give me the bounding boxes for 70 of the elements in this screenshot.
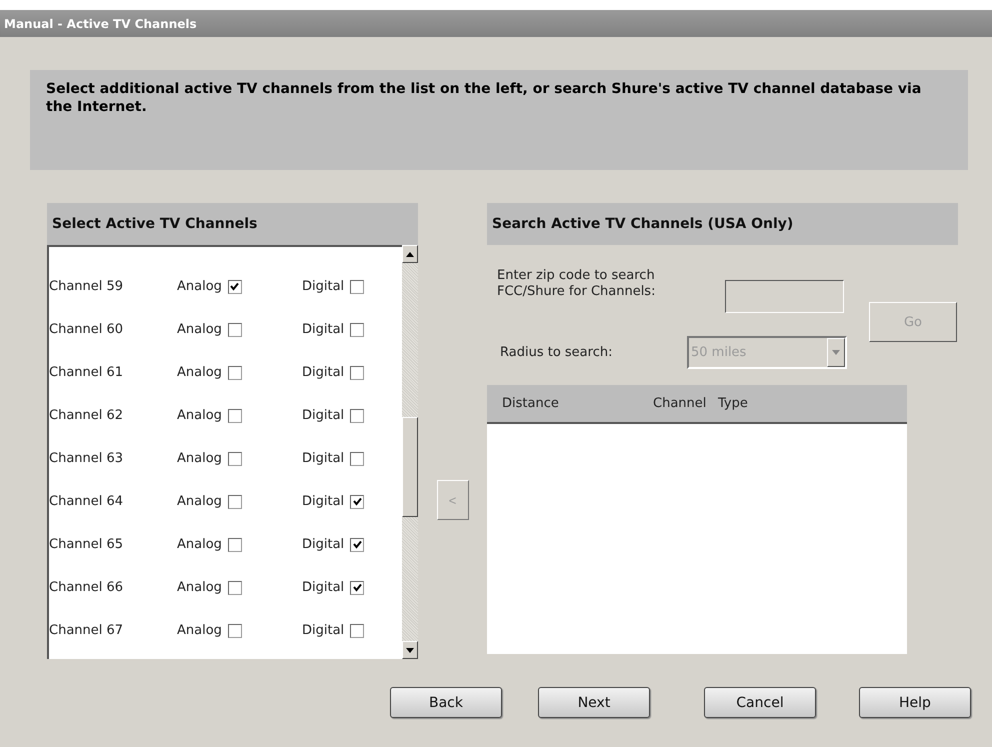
scroll-thumb[interactable] xyxy=(402,417,418,517)
analog-label: Analog xyxy=(177,451,222,466)
instruction-text: Select additional active TV channels from the list on the left, or search Shure's active TV channel database via the Internet. xyxy=(46,80,922,116)
checkbox[interactable] xyxy=(350,280,364,294)
checkbox[interactable] xyxy=(350,408,364,422)
check-icon xyxy=(352,497,362,506)
checkbox[interactable] xyxy=(228,322,242,336)
zip-input[interactable] xyxy=(725,280,844,313)
channel-name: Channel 63 xyxy=(49,451,124,466)
panel-title: Select Active TV Channels xyxy=(52,216,258,232)
down-arrow-icon xyxy=(832,350,840,355)
down-arrow-icon xyxy=(406,648,414,652)
panel-title: Search Active TV Channels (USA Only) xyxy=(492,216,794,232)
analog-label: Analog xyxy=(177,279,222,294)
checkbox[interactable] xyxy=(228,408,242,422)
checkbox[interactable] xyxy=(228,366,242,380)
analog-label: Analog xyxy=(177,322,222,337)
column-header: Channel xyxy=(653,396,708,411)
checkbox[interactable] xyxy=(350,580,364,594)
column-header: Type xyxy=(718,396,749,411)
analog-label: Analog xyxy=(177,365,222,380)
checkbox[interactable] xyxy=(350,624,364,638)
checkbox[interactable] xyxy=(228,280,242,294)
checkbox[interactable] xyxy=(350,494,364,508)
channel-name: Channel 66 xyxy=(49,580,124,595)
check-icon xyxy=(352,540,362,549)
checkbox[interactable] xyxy=(350,322,364,336)
zip-label: Enter zip code to search FCC/Shure for Channels: xyxy=(496,268,656,301)
digital-label: Digital xyxy=(302,408,344,423)
analog-label: Analog xyxy=(177,494,222,509)
dialog-button[interactable]: Next xyxy=(538,687,650,718)
channel-name: Channel 67 xyxy=(49,623,124,638)
check-icon xyxy=(352,583,362,592)
checkbox[interactable] xyxy=(350,538,364,552)
dialog-button[interactable]: Back xyxy=(390,687,502,718)
channel-name: Channel 59 xyxy=(49,279,124,294)
checkbox[interactable] xyxy=(228,494,242,508)
scroll-down-button[interactable] xyxy=(402,641,418,659)
digital-label: Digital xyxy=(302,494,344,509)
analog-label: Analog xyxy=(177,580,222,595)
dialog-button[interactable]: Help xyxy=(859,687,971,718)
digital-label: Digital xyxy=(302,279,344,294)
analog-label: Analog xyxy=(177,408,222,423)
checkbox[interactable] xyxy=(228,452,242,466)
scroll-up-button[interactable] xyxy=(402,245,418,263)
window-title: Manual - Active TV Channels xyxy=(4,16,197,30)
digital-label: Digital xyxy=(302,580,344,595)
channel-name: Channel 65 xyxy=(49,537,124,552)
dialog-button[interactable]: Cancel xyxy=(704,687,816,718)
checkbox[interactable] xyxy=(228,538,242,552)
radius-label: Radius to search: xyxy=(500,344,614,360)
checkbox[interactable] xyxy=(228,580,242,594)
check-icon xyxy=(230,282,240,291)
up-arrow-icon xyxy=(406,252,414,256)
digital-label: Digital xyxy=(302,451,344,466)
checkbox[interactable] xyxy=(350,452,364,466)
scrollbar[interactable] xyxy=(402,245,418,659)
digital-label: Digital xyxy=(302,322,344,337)
channel-name: Channel 62 xyxy=(49,408,124,423)
checkbox[interactable] xyxy=(350,366,364,380)
channel-name: Channel 61 xyxy=(49,365,124,380)
digital-label: Digital xyxy=(302,365,344,380)
digital-label: Digital xyxy=(302,623,344,638)
channel-name: Channel 60 xyxy=(49,322,124,337)
analog-label: Analog xyxy=(177,537,222,552)
analog-label: Analog xyxy=(177,623,222,638)
checkbox[interactable] xyxy=(228,624,242,638)
digital-label: Digital xyxy=(302,537,344,552)
channel-name: Channel 64 xyxy=(49,494,124,509)
column-header: Distance xyxy=(502,396,560,411)
